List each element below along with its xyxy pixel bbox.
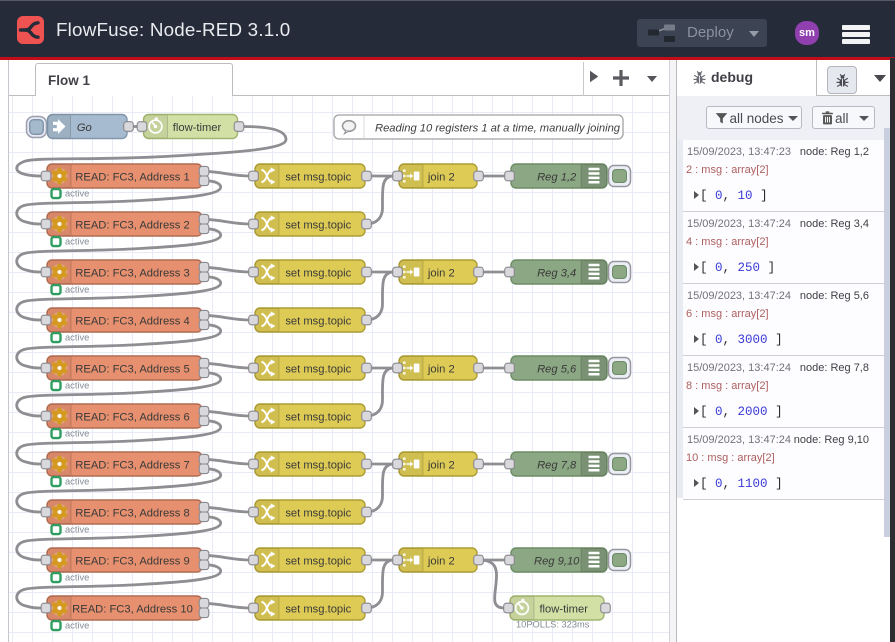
svg-text:set msg.topic: set msg.topic [285, 363, 351, 375]
svg-text:READ: FC3, Address 10: READ: FC3, Address 10 [72, 603, 193, 615]
svg-text:Reg 1,2: Reg 1,2 [537, 171, 577, 183]
svg-text:join 2: join 2 [427, 555, 455, 567]
svg-text:Reg 5,6: Reg 5,6 [537, 363, 577, 375]
svg-text:active: active [65, 477, 89, 487]
svg-text:set msg.topic: set msg.topic [285, 507, 351, 519]
svg-text:active: active [65, 237, 89, 247]
svg-text:READ: FC3, Address 3: READ: FC3, Address 3 [75, 267, 189, 279]
svg-text:READ: FC3, Address 5: READ: FC3, Address 5 [75, 363, 189, 375]
svg-text:flow-timer: flow-timer [173, 122, 222, 134]
svg-text:READ: FC3, Address 2: READ: FC3, Address 2 [75, 219, 189, 231]
svg-text:active: active [65, 285, 89, 295]
svg-text:active: active [65, 381, 89, 391]
svg-text:join 2: join 2 [427, 267, 455, 279]
svg-text:set msg.topic: set msg.topic [285, 267, 351, 279]
svg-text:active: active [65, 573, 89, 583]
svg-text:join 2: join 2 [427, 459, 455, 471]
svg-text:active: active [65, 429, 89, 439]
svg-text:Reg 3,4: Reg 3,4 [537, 267, 576, 279]
svg-text:set msg.topic: set msg.topic [285, 315, 351, 327]
svg-text:READ: FC3, Address 7: READ: FC3, Address 7 [75, 459, 189, 471]
svg-text:active: active [65, 621, 89, 631]
svg-text:flow-timer: flow-timer [539, 603, 588, 615]
svg-text:set msg.topic: set msg.topic [285, 459, 351, 471]
svg-text:READ: FC3, Address 6: READ: FC3, Address 6 [75, 411, 189, 423]
svg-text:set msg.topic: set msg.topic [285, 171, 351, 183]
svg-text:READ: FC3, Address 9: READ: FC3, Address 9 [75, 555, 189, 567]
svg-text:join 2: join 2 [427, 171, 455, 183]
svg-text:Reg 7,8: Reg 7,8 [537, 459, 577, 471]
svg-text:Reading 10 registers 1 at a ti: Reading 10 registers 1 at a time, manual… [375, 122, 621, 134]
svg-text:READ: FC3, Address 4: READ: FC3, Address 4 [75, 315, 189, 327]
svg-text:Go: Go [77, 122, 92, 134]
svg-text:Reg 9,10: Reg 9,10 [534, 555, 580, 567]
svg-text:10POLLS: 323ms: 10POLLS: 323ms [516, 620, 590, 630]
svg-text:set msg.topic: set msg.topic [285, 603, 351, 615]
svg-text:join 2: join 2 [427, 363, 455, 375]
svg-text:set msg.topic: set msg.topic [285, 411, 351, 423]
svg-text:set msg.topic: set msg.topic [285, 555, 351, 567]
svg-text:set msg.topic: set msg.topic [285, 219, 351, 231]
svg-text:active: active [65, 333, 89, 343]
svg-text:READ: FC3, Address 1: READ: FC3, Address 1 [75, 171, 189, 183]
svg-text:active: active [65, 189, 89, 199]
svg-text:active: active [65, 525, 89, 535]
svg-text:READ: FC3, Address 8: READ: FC3, Address 8 [75, 507, 189, 519]
